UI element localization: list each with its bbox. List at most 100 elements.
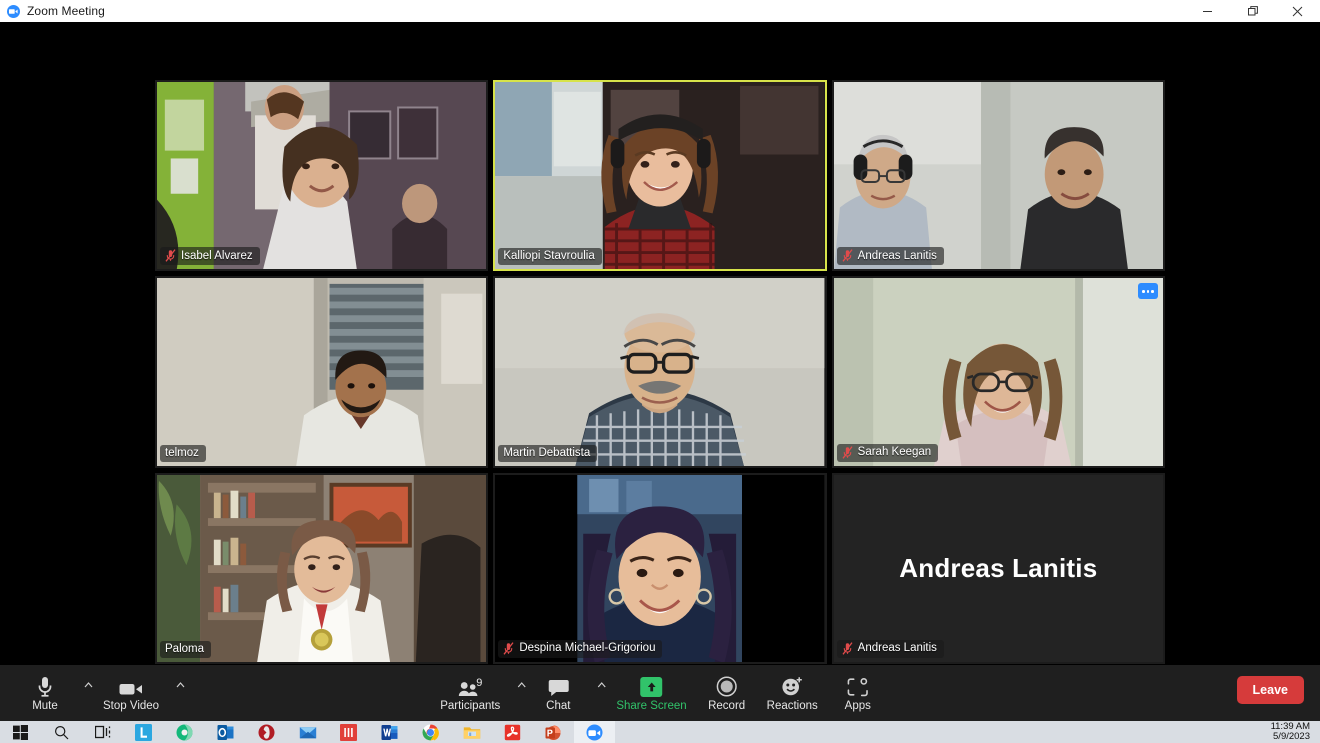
taskbar-app-file-explorer[interactable] xyxy=(451,721,492,743)
mail-envelope-icon xyxy=(299,726,316,738)
video-group: Stop Video xyxy=(94,665,186,721)
participant-tile[interactable]: Despina Michael-Grigoriou xyxy=(493,472,827,664)
participants-options-caret-icon[interactable] xyxy=(514,678,528,692)
participant-name-badge: Martin Debattista xyxy=(498,444,598,462)
participant-name-badge: Andreas Lanitis xyxy=(836,247,944,266)
participant-name: Isabel Alvarez xyxy=(181,249,253,262)
participant-tile[interactable]: Paloma xyxy=(155,472,489,664)
powerpoint-icon xyxy=(545,724,561,740)
taskbar-app-lastpass[interactable] xyxy=(123,721,164,743)
search-button[interactable] xyxy=(41,721,82,743)
window-title: Zoom Meeting xyxy=(27,4,105,18)
apps-label: Apps xyxy=(844,699,871,712)
stop-video-label: Stop Video xyxy=(103,699,160,712)
muted-microphone-icon xyxy=(503,642,514,655)
taskbar-app-mendeley[interactable] xyxy=(328,721,369,743)
participant-more-options-button[interactable] xyxy=(1138,283,1158,300)
chat-bubble-icon xyxy=(548,675,569,697)
taskbar-app-browser[interactable] xyxy=(164,721,205,743)
participant-name-badge: Andreas Lanitis xyxy=(836,639,944,658)
smiley-plus-icon xyxy=(781,675,803,697)
mute-button[interactable]: Mute xyxy=(14,665,76,721)
participant-video xyxy=(833,82,1163,270)
mute-group: Mute xyxy=(14,665,94,721)
taskbar-app-word[interactable] xyxy=(369,721,410,743)
apps-brackets-icon xyxy=(847,675,868,697)
participant-video xyxy=(157,474,487,662)
taskbar-clock[interactable]: 11:39 AM 5/9/2023 xyxy=(1271,721,1310,743)
taskbar-app-powerpoint[interactable] xyxy=(533,721,574,743)
taskbar-app-opera[interactable] xyxy=(246,721,287,743)
toolbar-left-group: Mute Stop Video xyxy=(0,665,186,721)
muted-microphone-icon xyxy=(165,249,176,263)
zoom-logo-icon xyxy=(7,4,20,18)
participant-placeholder: Andreas Lanitis xyxy=(833,474,1163,662)
chrome-icon xyxy=(422,724,439,740)
close-button[interactable] xyxy=(1275,0,1320,22)
participant-name-badge: Despina Michael-Grigoriou xyxy=(498,639,663,658)
participant-tile[interactable]: Andreas Lanitis xyxy=(831,80,1165,272)
muted-microphone-icon xyxy=(842,642,853,655)
participant-tile-active-speaker[interactable]: Kalliopi Stavroulia xyxy=(493,80,827,272)
share-screen-button[interactable]: Share Screen xyxy=(607,665,695,721)
title-bar-left: Zoom Meeting xyxy=(0,4,105,18)
taskbar-app-outlook[interactable] xyxy=(205,721,246,743)
participant-name: Kalliopi Stavroulia xyxy=(503,250,595,263)
reactions-button[interactable]: Reactions xyxy=(758,665,827,721)
participant-name-badge: Sarah Keegan xyxy=(836,443,939,462)
meeting-toolbar: Mute Stop Video 9 Participants Chat Shar… xyxy=(0,665,1320,721)
participant-tile[interactable]: Sarah Keegan xyxy=(831,276,1165,468)
apps-button[interactable]: Apps xyxy=(827,665,889,721)
task-view-button[interactable] xyxy=(82,721,123,743)
zoom-icon xyxy=(586,724,603,740)
participants-button[interactable]: 9 Participants xyxy=(431,665,509,721)
taskbar-app-chrome[interactable] xyxy=(410,721,451,743)
participant-name: Despina Michael-Grigoriou xyxy=(519,642,656,655)
mendeley-icon xyxy=(340,723,357,741)
restore-button[interactable] xyxy=(1230,0,1275,22)
toolbar-center-group: 9 Participants Chat Share Screen Record … xyxy=(431,665,889,721)
participant-display-name: Andreas Lanitis xyxy=(899,552,1098,583)
participant-video xyxy=(495,474,825,662)
taskbar-app-mail[interactable] xyxy=(287,721,328,743)
taskbar-app-zoom[interactable] xyxy=(574,721,615,743)
window-controls xyxy=(1185,0,1320,22)
participant-tile[interactable]: Martin Debattista xyxy=(493,276,827,468)
participant-name: Sarah Keegan xyxy=(857,446,932,459)
participant-name: telmoz xyxy=(165,446,199,459)
participant-video xyxy=(157,278,487,466)
camera-icon xyxy=(119,675,143,697)
record-circle-icon xyxy=(716,675,737,697)
stop-video-button[interactable]: Stop Video xyxy=(94,665,168,721)
participant-name: Andreas Lanitis xyxy=(857,642,937,655)
chat-button[interactable]: Chat xyxy=(527,665,589,721)
audio-options-caret-icon[interactable] xyxy=(81,678,95,692)
meeting-stage: Isabel Alvarez Kalliopi Stavroulia Andre… xyxy=(0,22,1320,665)
participant-tile[interactable]: telmoz xyxy=(155,276,489,468)
task-view-icon xyxy=(94,725,110,739)
windows-taskbar: 11:39 AM 5/9/2023 xyxy=(0,721,1320,743)
participant-name: Paloma xyxy=(165,642,204,655)
start-button[interactable] xyxy=(0,721,41,743)
record-button[interactable]: Record xyxy=(696,665,758,721)
participant-name-badge: Isabel Alvarez xyxy=(160,247,260,266)
participant-tile-video-off[interactable]: Andreas Lanitis Andreas Lanitis xyxy=(831,472,1165,664)
leave-button[interactable]: Leave xyxy=(1236,676,1304,704)
taskbar-app-acrobat[interactable] xyxy=(492,721,533,743)
video-options-caret-icon[interactable] xyxy=(173,678,187,692)
word-icon xyxy=(381,724,398,740)
muted-microphone-icon xyxy=(842,249,853,263)
reactions-label: Reactions xyxy=(766,699,818,712)
minimize-button[interactable] xyxy=(1185,0,1230,22)
search-icon xyxy=(54,725,69,739)
participant-name-badge: Paloma xyxy=(160,640,211,658)
lastpass-icon xyxy=(135,723,152,741)
participant-tile[interactable]: Isabel Alvarez xyxy=(155,80,489,272)
outlook-icon xyxy=(217,724,234,740)
chat-options-caret-icon[interactable] xyxy=(594,678,608,692)
record-label: Record xyxy=(708,699,746,712)
participant-name: Andreas Lanitis xyxy=(857,249,937,262)
chat-label: Chat xyxy=(546,699,571,712)
participant-name-badge: telmoz xyxy=(160,444,206,462)
participant-name-badge: Kalliopi Stavroulia xyxy=(498,248,602,266)
